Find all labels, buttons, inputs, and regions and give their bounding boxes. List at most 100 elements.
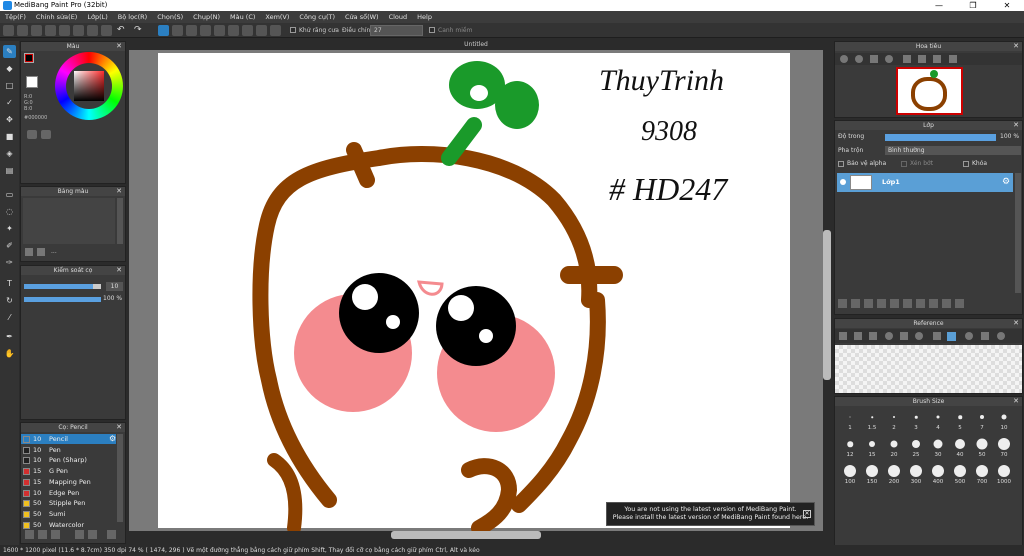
brush-tool-icon[interactable]: ✎ [3,45,16,58]
brush-size-option[interactable]: 1.5 [862,411,882,434]
brush-size-option[interactable]: 3 [906,411,926,434]
brush-size-option[interactable]: 30 [928,438,948,461]
fill-shape-icon[interactable]: ■ [3,130,16,143]
brush-settings-icon[interactable]: ⚙ [109,434,116,444]
brush-size-option[interactable]: 400 [928,465,948,488]
reference-close-icon[interactable] [869,332,877,340]
foreground-swatch[interactable] [24,53,34,63]
close-icon[interactable]: ✕ [1013,319,1019,328]
select-rect-icon[interactable] [172,25,183,36]
canvas-svg[interactable]: ThuyTrinh 9308 # HD247 [129,50,823,531]
palette-icon[interactable] [27,130,37,139]
hue-wheel[interactable] [55,52,123,120]
menu-edit[interactable]: Chỉnh sửa(E) [31,13,82,21]
update-notice[interactable]: You are not using the latest version of … [606,502,815,526]
menu-window[interactable]: Cửa sổ(W) [340,13,384,21]
select-eraser-icon[interactable]: ✑ [3,256,16,269]
menu-select[interactable]: Chọn(S) [152,13,188,21]
reference-flip-icon[interactable] [981,332,989,340]
reference-image-icon[interactable] [854,332,862,340]
reference-hand-icon[interactable] [947,332,956,341]
close-icon[interactable]: ✕ [1013,121,1019,130]
layer-row[interactable]: Lớp1 ⚙ [837,173,1013,192]
rect-select-icon[interactable]: ▭ [3,188,16,201]
select-tool-icon[interactable]: ✓ [3,96,16,109]
ellipse-icon[interactable] [228,25,239,36]
menu-cloud[interactable]: Cloud [384,13,413,21]
brush-item[interactable]: 50 Watercolor [21,520,116,530]
canvas-area[interactable]: ThuyTrinh 9308 # HD247 [129,50,831,539]
move-icon[interactable] [242,25,253,36]
document-tab[interactable]: Untitled [129,40,823,49]
visibility-icon[interactable] [840,179,846,185]
brush-opacity-slider[interactable] [24,297,101,302]
hand-tool-icon[interactable]: ✋ [3,347,16,360]
text-tool-icon[interactable]: T [3,277,16,290]
brush-size-slider[interactable] [24,284,101,289]
brush-size-option[interactable]: 15 [862,438,882,461]
menu-capture[interactable]: Chụp(N) [188,13,225,21]
menu-help[interactable]: Help [412,13,437,21]
zoom-in-icon[interactable] [855,55,863,63]
horizontal-scrollbar[interactable] [391,531,541,539]
close-icon[interactable]: ✕ [1013,397,1019,406]
smooth-checkbox[interactable] [429,27,435,33]
eraser-tool-icon[interactable]: ◆ [3,62,16,75]
fit-icon[interactable] [870,55,878,63]
settings-icon[interactable] [87,25,98,36]
share-icon[interactable] [59,25,70,36]
maximize-button[interactable]: ❐ [956,0,990,11]
brush-item[interactable]: 10 Pencil ⚙ [21,434,116,444]
brush-item[interactable]: 10 Pen (Sharp) [21,455,116,465]
brush-size-option[interactable]: 300 [906,465,926,488]
new-8bit-layer-icon[interactable] [864,299,873,308]
close-icon[interactable]: ✕ [1013,42,1019,51]
rotate-right-icon[interactable] [933,55,941,63]
brush-item[interactable]: 15 G Pen [21,466,116,476]
duplicate-layer-icon[interactable] [916,299,925,308]
select-pen-icon[interactable]: ✐ [3,239,16,252]
brush-size-option[interactable]: 70 [994,438,1014,461]
actual-size-icon[interactable] [885,55,893,63]
brush-size-option[interactable]: 2 [884,411,904,434]
undo-icon[interactable]: ↶ [117,25,128,36]
close-button[interactable]: ✕ [990,0,1024,11]
brush-item[interactable]: 15 Mapping Pen [21,477,116,487]
brush-size-value[interactable]: 10 [106,282,123,291]
close-icon[interactable]: ✕ [116,423,122,432]
close-icon[interactable]: ✕ [116,187,122,196]
navigator-preview[interactable] [896,67,963,115]
snap-icon[interactable] [256,25,267,36]
save-icon[interactable] [31,25,42,36]
brush-size-option[interactable]: 10 [994,411,1014,434]
eyedrop-color-icon[interactable] [41,130,51,139]
brush-item[interactable]: 50 Stipple Pen [21,498,116,508]
grid-icon[interactable] [73,25,84,36]
close-icon[interactable]: ✕ [116,266,122,275]
menu-layer[interactable]: Lớp(L) [82,13,112,21]
brush-size-option[interactable]: 25 [906,438,926,461]
lock-checkbox[interactable] [963,161,969,167]
menu-tools[interactable]: Công cụ(T) [294,13,340,21]
background-swatch[interactable] [26,76,38,88]
new-layer-icon[interactable] [838,299,847,308]
brush-folder-icon[interactable] [38,530,47,539]
brush-delete-icon[interactable] [88,530,97,539]
radial-icon[interactable] [270,25,281,36]
brush-size-option[interactable]: 150 [862,465,882,488]
layer-scrollbar[interactable] [1015,173,1021,293]
brush-size-option[interactable]: 40 [950,438,970,461]
brush-size-option[interactable]: 200 [884,465,904,488]
brush-copy-icon[interactable] [75,530,84,539]
adjust-select[interactable]: 27 [370,25,423,36]
layer-opacity-slider[interactable] [885,134,996,141]
new-1bit-layer-icon[interactable] [877,299,886,308]
palette-more[interactable]: ... [51,248,57,255]
menu-color[interactable]: Màu (C) [225,13,260,21]
menu-filter[interactable]: Bộ lọc(R) [113,13,152,21]
minimize-button[interactable]: — [922,0,956,11]
brush-size-option[interactable]: 50 [972,438,992,461]
reference-zoom-in-icon[interactable] [885,332,893,340]
brush-size-option[interactable]: 1 [840,411,860,434]
brush-size-option[interactable]: 100 [840,465,860,488]
